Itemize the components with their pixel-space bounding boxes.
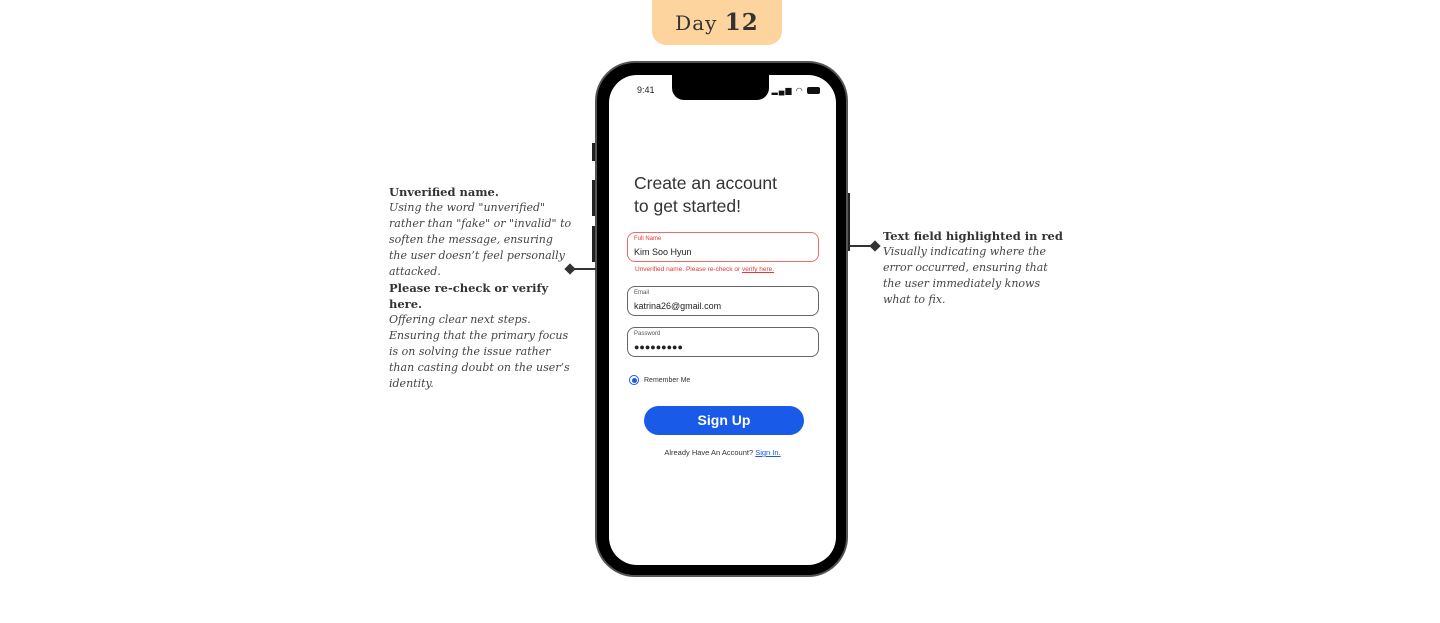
wifi-icon: ◠: [795, 86, 804, 95]
error-message: Unverified name. Please re-check or veri…: [635, 266, 774, 273]
annotation-body: Visually indicating where the error occu…: [883, 245, 1048, 306]
field-label: Full Name: [634, 236, 662, 242]
annotation-red-field: Text field highlighted in red Visually in…: [883, 228, 1068, 308]
phone-frame: 9:41 ▂▄▆ ◠ Create an account to get start…: [595, 61, 848, 577]
sign-up-button[interactable]: Sign Up: [644, 406, 804, 435]
annotation-title: Unverified name.: [389, 185, 499, 199]
field-value: katrina26@gmail.com: [634, 301, 722, 311]
remember-label: Remember Me: [644, 376, 691, 384]
annotation-body: Using the word "unverified" rather than …: [389, 201, 572, 278]
connector-diamond: [869, 240, 881, 252]
badge-number: 12: [724, 9, 759, 36]
password-field[interactable]: Password ●●●●●●●●●: [627, 327, 819, 357]
badge-label: Day: [675, 11, 718, 35]
page-title: Create an account to get started!: [634, 172, 777, 218]
verify-link[interactable]: verify here.: [742, 266, 774, 273]
phone-screen: 9:41 ▂▄▆ ◠ Create an account to get start…: [609, 75, 836, 565]
field-value: Kim Soo Hyun: [634, 247, 692, 257]
annotation-title: Please re-check or verify here.: [389, 281, 549, 311]
signal-icon: ▂▄▆: [771, 86, 793, 95]
status-time: 9:41: [637, 85, 655, 95]
sign-in-link[interactable]: Sign In.: [755, 448, 780, 457]
annotation-body: Offering clear next steps. Ensuring that…: [389, 313, 570, 390]
sign-in-prompt: Already Have An Account? Sign In.: [609, 448, 836, 457]
notch: [672, 75, 769, 100]
battery-icon: [807, 87, 820, 95]
remember-me[interactable]: Remember Me: [629, 375, 690, 385]
full-name-field[interactable]: Full Name Kim Soo Hyun: [627, 232, 819, 262]
status-icons: ▂▄▆ ◠: [772, 86, 820, 95]
day-badge: Day 12: [652, 0, 782, 45]
annotation-title: Text field highlighted in red: [883, 229, 1063, 243]
annotation-recheck: Please re-check or verify here. Offering …: [389, 280, 574, 392]
field-label: Password: [634, 331, 661, 337]
title-line: Create an account: [634, 173, 778, 193]
field-value: ●●●●●●●●●: [634, 342, 683, 352]
field-label: Email: [634, 290, 650, 296]
error-text: Unverified name. Please re-check or: [635, 266, 742, 273]
email-field[interactable]: Email katrina26@gmail.com: [627, 286, 819, 316]
radio-icon[interactable]: [629, 375, 639, 385]
annotation-unverified: Unverified name. Using the word "unverifi…: [389, 184, 574, 280]
sign-in-text: Already Have An Account?: [664, 448, 756, 457]
title-line: to get started!: [634, 196, 742, 216]
